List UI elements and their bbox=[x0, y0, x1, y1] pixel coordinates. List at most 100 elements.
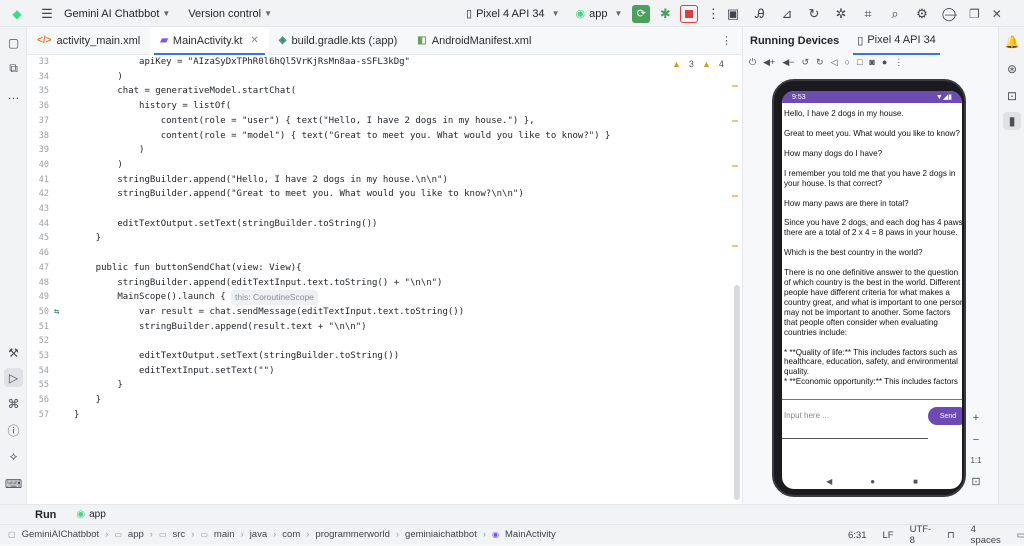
code-line[interactable]: 39 ) bbox=[27, 143, 742, 158]
maximize-icon[interactable]: ❐ bbox=[969, 7, 980, 21]
code-line[interactable]: 33 apiKey = "AIzaSyDxTPhR0l6hQl5VrKjRsMn… bbox=[27, 55, 742, 70]
code-line[interactable]: 49 MainScope().launch {this: CoroutineSc… bbox=[27, 290, 742, 305]
code-line[interactable]: 41 stringBuilder.append("Hello, I have 2… bbox=[27, 173, 742, 188]
rerun-button[interactable]: ⟳ bbox=[632, 4, 651, 23]
code-line[interactable]: 46 bbox=[27, 246, 742, 261]
fit-screen-icon[interactable]: ⊡ bbox=[971, 475, 980, 488]
code-line[interactable]: 52 bbox=[27, 334, 742, 349]
code-line[interactable]: 47 public fun buttonSendChat(view: View)… bbox=[27, 261, 742, 276]
breadcrumb-item[interactable]: com bbox=[282, 529, 300, 540]
main-menu-icon[interactable]: ☰ bbox=[36, 3, 58, 25]
running-devices-icon[interactable]: ▮ bbox=[1003, 112, 1021, 130]
nav-home-icon[interactable]: ● bbox=[870, 477, 875, 486]
logcat-icon[interactable]: ⌘ bbox=[4, 394, 23, 413]
vcs-selector[interactable]: Version control bbox=[188, 8, 261, 20]
search-icon[interactable]: ⌕ bbox=[884, 3, 906, 25]
home-icon[interactable]: ○ bbox=[845, 57, 850, 73]
layout-inspector-icon[interactable]: ⌗ bbox=[857, 3, 879, 25]
breadcrumb-item[interactable]: programmerworld bbox=[315, 529, 389, 540]
translate-icon[interactable]: Ꭿ bbox=[749, 3, 771, 25]
more-icon[interactable]: ⋮ bbox=[894, 57, 903, 73]
code-line[interactable]: 42 stringBuilder.append("Great to meet y… bbox=[27, 187, 742, 202]
problems-icon[interactable]: ⓘ bbox=[4, 421, 23, 440]
code-line[interactable]: 45 } bbox=[27, 231, 742, 246]
tab-activity-main[interactable]: </> activity_main.xml bbox=[27, 27, 150, 55]
close-tab-icon[interactable]: ✕ bbox=[250, 35, 258, 46]
chat-output[interactable]: Hello, I have 2 dogs in my house. Great t… bbox=[784, 109, 962, 409]
profiler-icon[interactable]: ⊿ bbox=[776, 3, 798, 25]
lock-icon[interactable]: ⊓ bbox=[947, 530, 954, 541]
run-config-selector[interactable]: ◉ app ▼ bbox=[575, 7, 622, 21]
code-line[interactable]: 50 var result = chat.sendMessage(editTex… bbox=[27, 305, 742, 320]
tab-pixel-device[interactable]: ▯ Pixel 4 API 34 bbox=[853, 27, 940, 55]
code-line[interactable]: 44 editTextOutput.setText(stringBuilder.… bbox=[27, 217, 742, 232]
notifications-icon[interactable]: 🔔 bbox=[1003, 33, 1021, 51]
run-label[interactable]: Run bbox=[35, 509, 56, 521]
build-icon[interactable]: ⚒ bbox=[4, 343, 23, 362]
sync-icon[interactable]: ↻ bbox=[803, 3, 825, 25]
code-line[interactable]: 51 stringBuilder.append(result.text + "\… bbox=[27, 320, 742, 335]
screenshot-icon[interactable]: ◙ bbox=[869, 57, 874, 73]
git-icon[interactable]: ⟡ bbox=[4, 447, 23, 466]
zoom-actual-button[interactable]: 1:1 bbox=[970, 456, 981, 465]
more-tools-icon[interactable]: … bbox=[4, 85, 23, 104]
close-icon[interactable]: ✕ bbox=[992, 7, 1002, 21]
code-line[interactable]: 38 content(role = "model") { text("Great… bbox=[27, 129, 742, 144]
send-button[interactable]: Send bbox=[928, 407, 962, 425]
tab-main-activity[interactable]: ▰ MainActivity.kt ✕ bbox=[150, 26, 269, 55]
device-screen[interactable]: 9:53 ▼◢▮ Hello, I have 2 dogs in my hous… bbox=[782, 91, 962, 489]
folder-icon[interactable]: ▢ bbox=[4, 33, 23, 52]
record-icon[interactable]: ● bbox=[882, 57, 887, 73]
code-line[interactable]: 56 } bbox=[27, 393, 742, 408]
run-tool-icon[interactable]: ▷ bbox=[4, 368, 23, 387]
zoom-out-icon[interactable]: − bbox=[973, 434, 979, 446]
breadcrumb-item[interactable]: app bbox=[128, 529, 144, 540]
device-manager-icon[interactable]: ▣ bbox=[722, 3, 744, 25]
nav-recent-icon[interactable]: ■ bbox=[913, 477, 918, 486]
editor-scrollbar[interactable] bbox=[734, 285, 740, 500]
code-line[interactable]: 43 bbox=[27, 202, 742, 217]
debug-icon[interactable]: ✱ bbox=[654, 3, 676, 25]
overview-icon[interactable]: □ bbox=[857, 57, 862, 73]
gradle-icon[interactable]: ⊛ bbox=[1003, 60, 1021, 78]
tab-android-manifest[interactable]: ◧ AndroidManifest.xml bbox=[407, 27, 541, 55]
breadcrumb-item[interactable]: main bbox=[214, 529, 235, 540]
structure-icon[interactable]: ⧉ bbox=[4, 59, 23, 78]
code-line[interactable]: 57} bbox=[27, 408, 742, 423]
caret-position[interactable]: 6:31 bbox=[848, 530, 867, 541]
terminal-icon[interactable]: ⌨ bbox=[4, 474, 23, 493]
minimize-icon[interactable]: — bbox=[945, 7, 957, 21]
rotate-left-icon[interactable]: ↺ bbox=[802, 57, 810, 73]
chat-input[interactable]: Input here ... bbox=[784, 411, 829, 420]
gear-icon[interactable]: ⚙ bbox=[911, 3, 933, 25]
code-line[interactable]: 48 stringBuilder.append(editTextInput.te… bbox=[27, 276, 742, 291]
run-app-tab[interactable]: ◉ app bbox=[76, 509, 105, 520]
code-line[interactable]: 54 editTextInput.setText("") bbox=[27, 364, 742, 379]
tab-build-gradle[interactable]: ◈ build.gradle.kts (:app) bbox=[269, 27, 407, 55]
zoom-in-icon[interactable]: + bbox=[973, 412, 979, 424]
code-line[interactable]: 37 content(role = "user") { text("Hello,… bbox=[27, 114, 742, 129]
breadcrumb-item[interactable]: src bbox=[173, 529, 186, 540]
suspend-call-icon[interactable]: ⇆ bbox=[54, 305, 59, 320]
code-line[interactable]: 36 history = listOf( bbox=[27, 99, 742, 114]
project-selector[interactable]: Gemini AI Chatbbot bbox=[64, 8, 159, 20]
rotate-right-icon[interactable]: ↻ bbox=[816, 57, 824, 73]
nav-back-icon[interactable]: ◀ bbox=[826, 477, 832, 486]
code-line[interactable]: 40 ) bbox=[27, 158, 742, 173]
code-line[interactable]: 34 ) bbox=[27, 70, 742, 85]
sdk-manager-icon[interactable]: ✲ bbox=[830, 3, 852, 25]
device-file-explorer-icon[interactable]: ⊡ bbox=[1003, 87, 1021, 105]
line-separator[interactable]: LF bbox=[883, 530, 894, 541]
volume-up-icon[interactable]: ◀+ bbox=[763, 57, 775, 73]
tab-more-icon[interactable]: ⋮ bbox=[711, 27, 742, 55]
breadcrumb-item[interactable]: java bbox=[250, 529, 267, 540]
code-line[interactable]: 55 } bbox=[27, 378, 742, 393]
code-line[interactable]: 53 editTextOutput.setText(stringBuilder.… bbox=[27, 349, 742, 364]
code-line[interactable]: 35 chat = generativeModel.startChat( bbox=[27, 84, 742, 99]
device-selector[interactable]: ▯ Pixel 4 API 34 ▼ bbox=[466, 7, 559, 21]
code-editor[interactable]: ▲ 3 ▲ 4 33 apiKey = "AIzaSyDxTPhR0l6hQl5Vr… bbox=[27, 55, 742, 504]
memory-icon[interactable]: ▭ bbox=[1017, 530, 1024, 541]
breadcrumb-item[interactable]: geminiaichatbbot bbox=[405, 529, 477, 540]
breadcrumb-item[interactable]: MainActivity bbox=[505, 529, 556, 540]
power-icon[interactable]: ⏻ bbox=[749, 57, 756, 73]
